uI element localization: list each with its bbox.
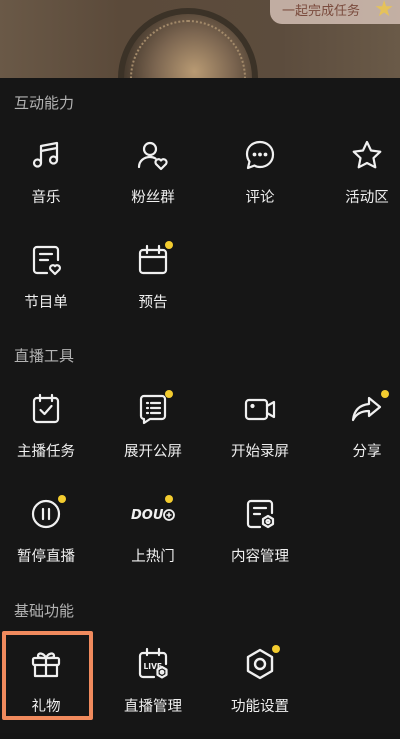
item-label: 音乐 (31, 190, 61, 206)
star-decoration-icon: ★ (374, 0, 394, 22)
pause-icon (29, 497, 63, 531)
item-preview[interactable]: 预告 (105, 241, 201, 323)
item-function-settings[interactable]: 功能设置 (212, 645, 308, 727)
item-label: 内容管理 (231, 549, 289, 565)
item-label: 分享 (352, 444, 382, 460)
item-label: 节目单 (24, 295, 68, 311)
new-badge (165, 390, 173, 398)
section-title-basic: 基础功能 (14, 602, 75, 620)
star-icon (350, 138, 384, 172)
item-label: 预告 (138, 295, 168, 311)
new-badge (272, 645, 280, 653)
item-pause-live[interactable]: 暂停直播 (0, 495, 94, 577)
item-program-list[interactable]: 节目单 (0, 243, 94, 323)
share-arrow-icon (350, 392, 384, 426)
section-title-live-tools: 直播工具 (14, 347, 75, 365)
settings-hex-icon (243, 647, 277, 681)
task-clipboard-icon (29, 392, 63, 426)
item-label: 主播任务 (17, 444, 75, 460)
item-label: 活动区 (345, 190, 389, 206)
new-badge (381, 390, 389, 398)
item-share[interactable]: 分享 (319, 390, 400, 472)
item-content-manage[interactable]: 内容管理 (212, 497, 308, 577)
comment-bubble-icon (243, 138, 277, 172)
item-host-task[interactable]: 主播任务 (0, 392, 94, 472)
program-list-icon (29, 243, 63, 277)
live-room-backdrop: 一起完成任务 ★ (0, 0, 400, 78)
item-label: 评论 (245, 190, 275, 206)
item-fan-group[interactable]: 粉丝群 (105, 138, 201, 218)
gift-highlight-frame (2, 631, 93, 720)
new-badge (165, 495, 173, 503)
section-title-interaction: 互动能力 (14, 94, 75, 112)
new-badge (58, 495, 66, 503)
item-label: 开始录屏 (231, 444, 289, 460)
fan-group-icon (136, 138, 170, 172)
avatar (118, 8, 258, 78)
task-banner-label: 一起完成任务 (281, 4, 360, 19)
live-manage-icon: LIVE (136, 647, 170, 681)
dou-text: DOU (131, 508, 164, 523)
item-label: 暂停直播 (17, 549, 75, 565)
item-label: 上热门 (131, 549, 175, 565)
item-go-trending[interactable]: DOU 上热门 (105, 495, 201, 577)
item-comment[interactable]: 评论 (212, 138, 308, 218)
item-expand-public-screen[interactable]: 展开公屏 (105, 390, 201, 472)
new-badge (165, 241, 173, 249)
music-note-icon (29, 138, 63, 172)
item-label: 功能设置 (231, 699, 289, 715)
bottom-edge (0, 733, 400, 739)
item-music[interactable]: 音乐 (0, 138, 94, 218)
content-manage-icon (243, 497, 277, 531)
calendar-icon (136, 243, 170, 277)
item-activity-zone[interactable]: 活动区 (319, 138, 400, 218)
record-camera-icon (243, 392, 277, 426)
item-start-recording[interactable]: 开始录屏 (212, 392, 308, 472)
item-label: 展开公屏 (124, 444, 182, 460)
item-label: 直播管理 (124, 699, 182, 715)
item-live-manage[interactable]: LIVE 直播管理 (105, 647, 201, 727)
public-screen-icon (136, 392, 170, 426)
item-label: 粉丝群 (131, 190, 175, 206)
task-banner[interactable]: 一起完成任务 ★ (269, 0, 400, 24)
